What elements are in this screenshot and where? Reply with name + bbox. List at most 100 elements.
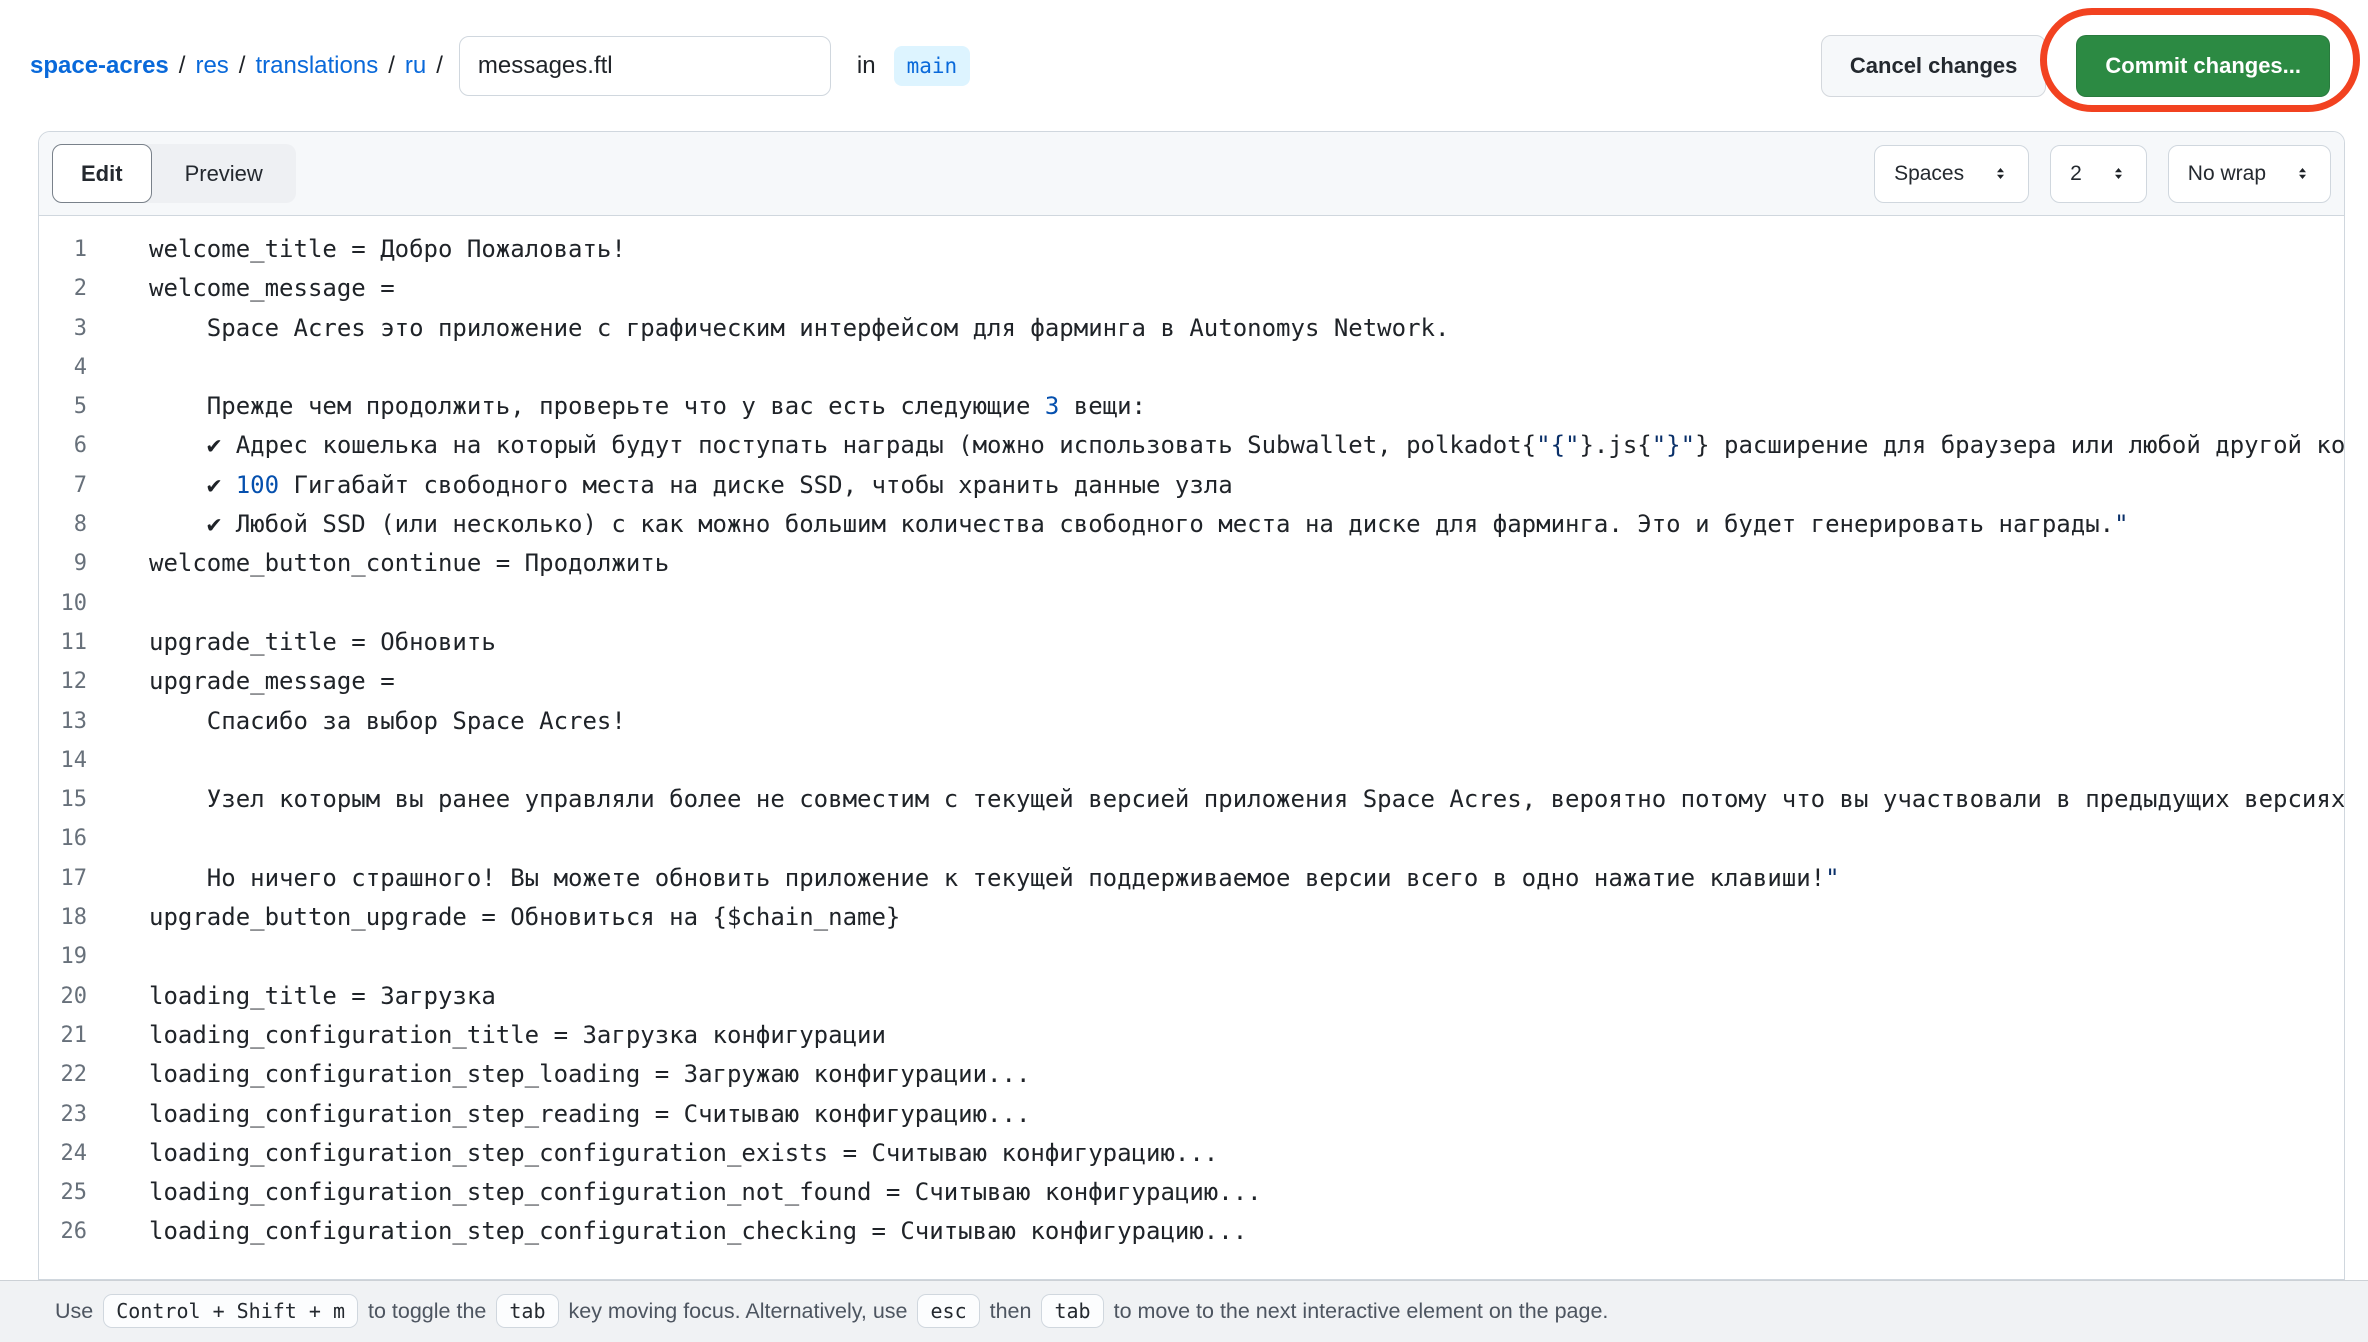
updown-caret-icon (2110, 165, 2127, 182)
line-number: 1 (39, 230, 87, 269)
code-line: 26loading_configuration_step_configurati… (39, 1212, 2344, 1251)
footer-text: key moving focus. Alternatively, use (569, 1299, 908, 1323)
line-number: 20 (39, 977, 87, 1016)
line-number: 4 (39, 348, 87, 387)
code-line: 13 Спасибо за выбор Space Acres! (39, 702, 2344, 741)
indent-mode-value: Spaces (1894, 162, 1964, 186)
line-content: Но ничего страшного! Вы можете обновить … (87, 859, 1840, 898)
code-line: 14 (39, 741, 2344, 780)
line-number: 19 (39, 937, 87, 976)
updown-caret-icon (1992, 165, 2009, 182)
indent-mode-select[interactable]: Spaces (1874, 145, 2029, 203)
line-content: welcome_title = Добро Пожаловать! (87, 230, 626, 269)
code-line: 25loading_configuration_step_configurati… (39, 1173, 2344, 1212)
kbd-key: tab (1041, 1294, 1103, 1328)
line-number: 25 (39, 1173, 87, 1212)
code-lines: 1welcome_title = Добро Пожаловать!2welco… (39, 230, 2344, 1252)
breadcrumb-link-res[interactable]: res (195, 52, 228, 80)
header-actions: Cancel changes Commit changes... (1821, 35, 2330, 97)
line-content: upgrade_message = (87, 662, 395, 701)
code-line: 2welcome_message = (39, 269, 2344, 308)
accessibility-footer: UseControl + Shift + mto toggle thetabke… (0, 1280, 2368, 1342)
line-number: 21 (39, 1016, 87, 1055)
file-editor: Edit Preview Spaces 2 No wrap (38, 131, 2345, 1280)
breadcrumb-link-translations[interactable]: translations (255, 52, 378, 80)
wrap-mode-select[interactable]: No wrap (2168, 145, 2331, 203)
file-editor-header: space-acres / res / translations / ru / … (0, 0, 2368, 131)
line-number: 22 (39, 1055, 87, 1094)
line-content: ✔ Любой SSD (или несколько) с как можно … (87, 505, 2129, 544)
line-number: 8 (39, 505, 87, 544)
line-number: 12 (39, 662, 87, 701)
line-content: loading_configuration_step_loading = Заг… (87, 1055, 1030, 1094)
line-content: ✔ Адрес кошелька на который будут поступ… (87, 426, 2344, 465)
edit-preview-tab-group: Edit Preview (52, 144, 296, 203)
code-line: 8 ✔ Любой SSD (или несколько) с как можн… (39, 505, 2344, 544)
line-number: 13 (39, 702, 87, 741)
code-editor-area[interactable]: 1welcome_title = Добро Пожаловать!2welco… (39, 216, 2344, 1279)
code-line: 19 (39, 937, 2344, 976)
line-number: 16 (39, 819, 87, 858)
code-line: 6 ✔ Адрес кошелька на который будут пост… (39, 426, 2344, 465)
line-number: 11 (39, 623, 87, 662)
breadcrumb-link-ru[interactable]: ru (405, 52, 426, 80)
line-number: 14 (39, 741, 87, 780)
code-line: 21loading_configuration_title = Загрузка… (39, 1016, 2344, 1055)
code-line: 24loading_configuration_step_configurati… (39, 1134, 2344, 1173)
line-content: upgrade_button_upgrade = Обновиться на {… (87, 898, 900, 937)
line-content: loading_configuration_step_reading = Счи… (87, 1095, 1030, 1134)
line-number: 10 (39, 584, 87, 623)
line-number: 26 (39, 1212, 87, 1251)
line-content (87, 348, 149, 387)
code-line: 18upgrade_button_upgrade = Обновиться на… (39, 898, 2344, 937)
footer-text: then (990, 1299, 1032, 1323)
line-content: Прежде чем продолжить, проверьте что у в… (87, 387, 1146, 426)
line-number: 17 (39, 859, 87, 898)
line-number: 7 (39, 466, 87, 505)
in-label: in (857, 52, 876, 80)
line-number: 24 (39, 1134, 87, 1173)
line-number: 15 (39, 780, 87, 819)
code-line: 7 ✔ 100 Гигабайт свободного места на дис… (39, 466, 2344, 505)
indent-size-value: 2 (2070, 162, 2082, 186)
updown-caret-icon (2294, 165, 2311, 182)
line-number: 18 (39, 898, 87, 937)
code-line: 4 (39, 348, 2344, 387)
code-line: 22loading_configuration_step_loading = З… (39, 1055, 2344, 1094)
tab-edit[interactable]: Edit (52, 144, 152, 203)
editor-toolbar: Edit Preview Spaces 2 No wrap (39, 132, 2344, 216)
line-content: loading_configuration_step_configuration… (87, 1212, 1247, 1251)
line-content: Space Acres это приложение с графическим… (87, 309, 1449, 348)
code-line: 5 Прежде чем продолжить, проверьте что у… (39, 387, 2344, 426)
line-content (87, 937, 149, 976)
indent-size-select[interactable]: 2 (2050, 145, 2147, 203)
line-content: welcome_message = (87, 269, 395, 308)
breadcrumb-separator: / (436, 52, 443, 80)
commit-changes-button[interactable]: Commit changes... (2076, 35, 2330, 97)
line-content: loading_title = Загрузка (87, 977, 496, 1016)
code-line: 16 (39, 819, 2344, 858)
code-line: 3 Space Acres это приложение с графическ… (39, 309, 2344, 348)
line-number: 23 (39, 1095, 87, 1134)
editor-settings: Spaces 2 No wrap (1874, 145, 2331, 203)
line-content: ✔ 100 Гигабайт свободного места на диске… (87, 466, 1233, 505)
line-number: 9 (39, 544, 87, 583)
code-line: 1welcome_title = Добро Пожаловать! (39, 230, 2344, 269)
filename-input[interactable] (459, 36, 831, 96)
code-line: 17 Но ничего страшного! Вы можете обнови… (39, 859, 2344, 898)
breadcrumb-separator: / (239, 52, 246, 80)
code-line: 12upgrade_message = (39, 662, 2344, 701)
code-line: 11upgrade_title = Обновить (39, 623, 2344, 662)
breadcrumb-repo-link[interactable]: space-acres (30, 52, 169, 80)
cancel-changes-button[interactable]: Cancel changes (1821, 35, 2047, 97)
line-content: loading_configuration_step_configuration… (87, 1134, 1218, 1173)
footer-message: UseControl + Shift + mto toggle thetabke… (55, 1299, 1608, 1324)
code-line: 10 (39, 584, 2344, 623)
line-content (87, 741, 149, 780)
line-number: 3 (39, 309, 87, 348)
kbd-key: esc (917, 1294, 979, 1328)
code-line: 23loading_configuration_step_reading = С… (39, 1095, 2344, 1134)
line-content: Спасибо за выбор Space Acres! (87, 702, 626, 741)
tab-preview[interactable]: Preview (152, 144, 296, 203)
line-content: upgrade_title = Обновить (87, 623, 496, 662)
